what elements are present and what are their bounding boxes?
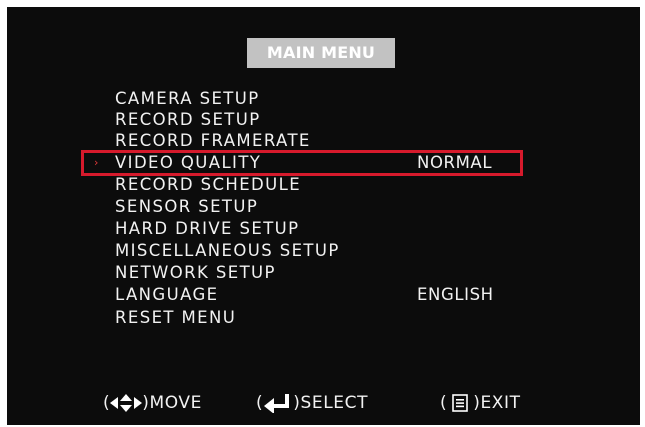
- menu-list-icon: [452, 394, 469, 412]
- menu-item-record-schedule[interactable]: RECORD SCHEDULE: [81, 174, 521, 196]
- enter-arrow-icon: [264, 394, 290, 413]
- dvr-osd-screen: MAIN MENU CAMERA SETUP RECORD SETUP RECO…: [7, 7, 640, 425]
- exit-label: EXIT: [480, 393, 521, 413]
- open-paren: (: [256, 393, 264, 413]
- menu-item-reset-menu[interactable]: RESET MENU: [81, 307, 521, 329]
- close-paren: ): [293, 393, 301, 413]
- menu-item-video-quality[interactable]: › VIDEO QUALITY NORMAL: [81, 150, 523, 176]
- footer-hint-bar: ( ) MOVE ( ) SELECT () EXIT: [7, 390, 640, 416]
- move-hint: ( ) MOVE: [103, 390, 202, 416]
- menu-item-miscellaneous-setup[interactable]: MISCELLANEOUS SETUP: [81, 240, 521, 262]
- close-paren: ): [142, 393, 150, 413]
- menu-item-label: MISCELLANEOUS SETUP: [115, 241, 340, 260]
- open-paren: (: [440, 393, 448, 413]
- menu-item-value: ENGLISH: [417, 285, 494, 304]
- menu-item-label: RECORD SCHEDULE: [115, 175, 302, 194]
- menu-item-label: LANGUAGE: [115, 285, 219, 304]
- menu-item-label: SENSOR SETUP: [115, 197, 259, 216]
- menu-item-record-framerate[interactable]: RECORD FRAMERATE: [81, 130, 521, 152]
- close-paren: ): [473, 393, 481, 413]
- selection-cursor-icon: ›: [94, 156, 99, 169]
- menu-item-language[interactable]: LANGUAGE ENGLISH: [81, 284, 521, 306]
- menu-item-label: CAMERA SETUP: [115, 89, 260, 108]
- exit-hint: ( ) EXIT: [440, 390, 521, 416]
- menu-item-label: NETWORK SETUP: [115, 263, 276, 282]
- menu-item-label: RESET MENU: [115, 308, 237, 327]
- menu-item-label: RECORD FRAMERATE: [115, 131, 311, 150]
- move-label: MOVE: [149, 393, 202, 413]
- select-label: SELECT: [300, 393, 369, 413]
- select-hint: ( ) SELECT: [256, 390, 368, 416]
- menu-item-hard-drive-setup[interactable]: HARD DRIVE SETUP: [81, 218, 521, 240]
- menu-item-value: NORMAL: [417, 153, 493, 172]
- menu-item-label: HARD DRIVE SETUP: [115, 219, 300, 238]
- four-arrows-icon: [110, 394, 143, 412]
- menu-item-network-setup[interactable]: NETWORK SETUP: [81, 262, 521, 284]
- menu-item-record-setup[interactable]: RECORD SETUP: [81, 109, 521, 131]
- open-paren: (: [103, 393, 111, 413]
- menu-item-camera-setup[interactable]: CAMERA SETUP: [81, 88, 521, 110]
- menu-item-sensor-setup[interactable]: SENSOR SETUP: [81, 196, 521, 218]
- main-menu-title: MAIN MENU: [247, 38, 395, 68]
- menu-item-label: RECORD SETUP: [115, 110, 261, 129]
- menu-item-label: VIDEO QUALITY: [115, 153, 262, 172]
